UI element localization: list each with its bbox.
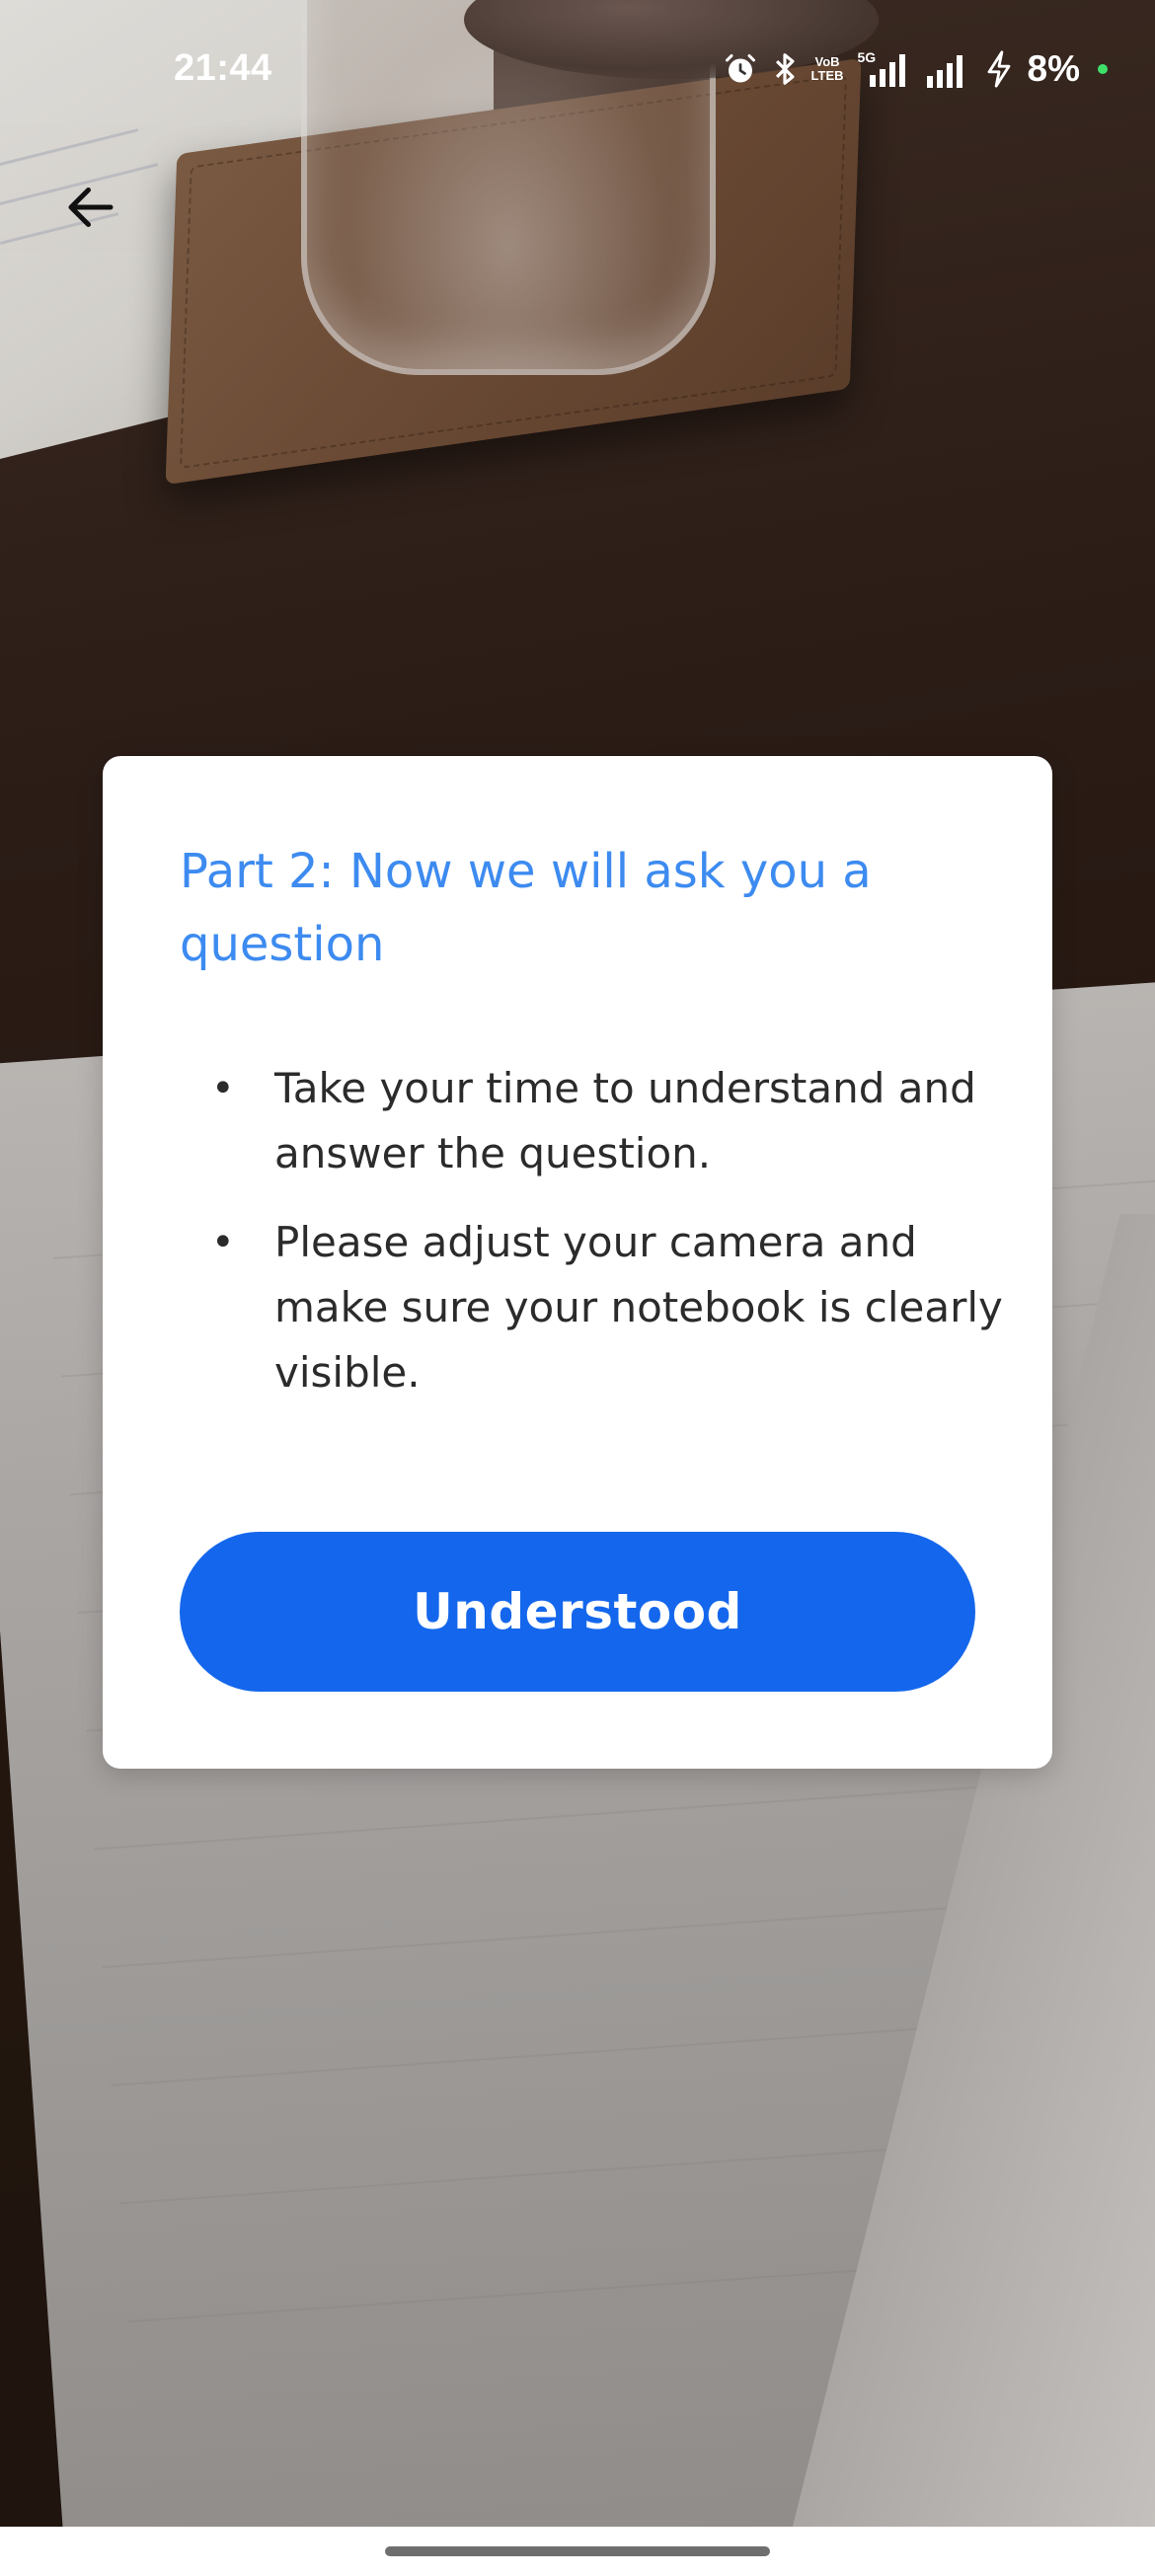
alarm-icon (723, 51, 758, 87)
navigation-bar (0, 2527, 1155, 2576)
battery-percent: 8% (1027, 48, 1080, 89)
instruction-list: • Take your time to understand and answe… (180, 1056, 1009, 1429)
status-bar: 21:44 VoB LTEB 5G 8% (0, 0, 1155, 148)
instruction-dialog: Part 2: Now we will ask you a question •… (103, 756, 1052, 1769)
status-icons: VoB LTEB 5G 8% (723, 43, 1108, 95)
arrow-left-icon (68, 188, 114, 227)
home-indicator[interactable] (385, 2546, 770, 2556)
list-item-text: Take your time to understand and answer … (274, 1064, 976, 1177)
signal-5g-icon: 5G (858, 49, 911, 89)
status-time: 21:44 (174, 47, 272, 89)
charging-icon (984, 49, 1014, 89)
understood-button[interactable]: Understood (180, 1532, 975, 1692)
list-item: • Please adjust your camera and make sur… (180, 1210, 1009, 1405)
list-item: • Take your time to understand and answe… (180, 1056, 1009, 1186)
list-item-text: Please adjust your camera and make sure … (274, 1218, 1003, 1397)
bluetooth-icon (772, 50, 798, 88)
bullet-icon: • (211, 1066, 235, 1111)
privacy-dot-icon (1098, 64, 1108, 74)
bullet-icon: • (211, 1220, 235, 1265)
dialog-title: Part 2: Now we will ask you a question (180, 844, 872, 972)
signal-icon (925, 50, 970, 88)
volte-icon: VoB LTEB (810, 54, 844, 83)
back-button[interactable] (51, 168, 130, 247)
